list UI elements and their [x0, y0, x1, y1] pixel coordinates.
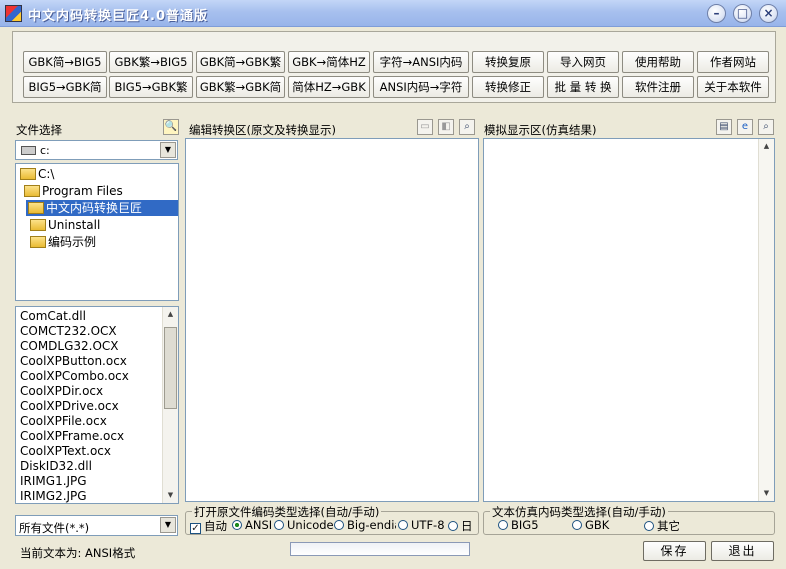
toolbar-button-ansi-char[interactable]: ANSI内码→字符: [373, 76, 469, 98]
progress-bar: [290, 542, 470, 556]
tree-item-c-root[interactable]: C:\: [18, 166, 54, 182]
toolbar-button-batch[interactable]: 批 量 转 换: [547, 76, 619, 98]
list-item[interactable]: CoolXPCombo.ocx: [20, 369, 129, 384]
copy-icon[interactable]: ▭: [417, 119, 433, 135]
edit-area-label: 编辑转换区(原文及转换显示): [189, 123, 336, 137]
toolbar-button-gbk-t-gbk-s[interactable]: GBK繁→GBK简: [196, 76, 285, 98]
sim-encoding-group: 文本仿真内码类型选择(自动/手动) BIG5 GBK 其它: [483, 504, 775, 535]
tree-item-app-folder[interactable]: 中文内码转换巨匠: [26, 200, 178, 216]
encoding-radio-unicode[interactable]: Unicode: [274, 518, 334, 532]
file-select-label: 文件选择: [16, 123, 62, 137]
drive-select[interactable]: c: ▼: [15, 140, 178, 160]
toolbar-button-big5-gbk-s[interactable]: BIG5→GBK简: [23, 76, 107, 98]
folder-icon: [20, 168, 36, 180]
toolbar-button-big5-gbk-t[interactable]: BIG5→GBK繁: [109, 76, 193, 98]
toolbar-button-char-ansi[interactable]: 字符→ANSI内码: [373, 51, 469, 73]
save-button[interactable]: 保存: [643, 541, 706, 561]
list-item[interactable]: CoolXPFile.ocx: [20, 414, 107, 429]
preview-pane[interactable]: ▲ ▼: [483, 138, 775, 502]
toolbar-button-import-web[interactable]: 导入网页: [547, 51, 619, 73]
folder-icon: [24, 185, 40, 197]
file-list-scrollbar[interactable]: ▲ ▼: [162, 307, 178, 503]
toolbar-button-hz-gbk[interactable]: 简体HZ→GBK: [288, 76, 370, 98]
sim-radio-other[interactable]: 其它: [644, 518, 680, 534]
scroll-thumb[interactable]: [164, 327, 177, 409]
list-item[interactable]: CoolXPButton.ocx: [20, 354, 127, 369]
list-item[interactable]: COMDLG32.OCX: [20, 339, 119, 354]
paste-icon[interactable]: ◧: [438, 119, 454, 135]
toolbar: GBK简→BIG5 GBK繁→BIG5 GBK简→GBK繁 GBK→简体HZ 字…: [12, 31, 776, 103]
sim-radio-gbk[interactable]: GBK: [572, 518, 609, 532]
encoding-radio-utf8[interactable]: UTF-8: [398, 518, 445, 532]
scroll-up-icon[interactable]: ▲: [759, 139, 774, 154]
folder-open-icon: [28, 202, 44, 214]
scroll-up-icon[interactable]: ▲: [163, 307, 178, 322]
browse-folder-icon[interactable]: 🔍: [163, 119, 179, 135]
window-title: 中文内码转换巨匠4.0普通版: [28, 9, 209, 24]
toolbar-button-about[interactable]: 关于本软件: [697, 76, 769, 98]
toolbar-button-gbk-s-big5[interactable]: GBK简→BIG5: [23, 51, 107, 73]
open-encoding-group: 打开原文件编码类型选择(自动/手动) ✓ 自动 ANSI Unicode Big-…: [185, 504, 479, 535]
zoom-icon[interactable]: ⌕: [459, 119, 475, 135]
minimize-button[interactable]: –: [707, 4, 726, 23]
file-filter-value: 所有文件(*.*): [19, 521, 90, 535]
directory-tree[interactable]: C:\ Program Files 中文内码转换巨匠 Uninstall 编码示…: [15, 163, 179, 301]
list-item[interactable]: IRIMG2.JPG: [20, 489, 87, 503]
chevron-down-icon[interactable]: ▼: [160, 517, 176, 533]
document-icon[interactable]: ▤: [716, 119, 732, 135]
list-item[interactable]: DiskID32.dll: [20, 459, 92, 474]
encoding-radio-big-endian[interactable]: Big-endian: [334, 518, 396, 532]
scroll-down-icon[interactable]: ▼: [759, 486, 774, 501]
app-icon: [5, 5, 22, 22]
tree-item-uninstall[interactable]: Uninstall: [28, 217, 100, 233]
chevron-down-icon[interactable]: ▼: [160, 142, 176, 158]
folder-icon: [30, 219, 46, 231]
title-bar: 中文内码转换巨匠4.0普通版 – □ ×: [0, 0, 786, 27]
file-filter-select[interactable]: 所有文件(*.*) ▼: [15, 515, 178, 536]
exit-button[interactable]: 退出: [711, 541, 774, 561]
close-button[interactable]: ×: [759, 4, 778, 23]
toolbar-button-restore[interactable]: 转换复原: [472, 51, 544, 73]
list-item[interactable]: CoolXPText.ocx: [20, 444, 111, 459]
toolbar-button-gbk-s-gbk-t[interactable]: GBK简→GBK繁: [196, 51, 285, 73]
browser-icon[interactable]: e: [737, 119, 753, 135]
scroll-down-icon[interactable]: ▼: [163, 488, 178, 503]
encoding-radio-ansi[interactable]: ANSI: [232, 518, 272, 532]
file-list[interactable]: ComCat.dll COMCT232.OCX COMDLG32.OCX Coo…: [15, 306, 179, 504]
toolbar-button-author-site[interactable]: 作者网站: [697, 51, 769, 73]
toolbar-button-fix[interactable]: 转换修正: [472, 76, 544, 98]
toolbar-button-register[interactable]: 软件注册: [622, 76, 694, 98]
tree-item-program-files[interactable]: Program Files: [22, 183, 123, 199]
preview-scrollbar[interactable]: ▲ ▼: [758, 139, 774, 501]
drive-icon: [21, 146, 36, 155]
tree-item-examples[interactable]: 编码示例: [28, 234, 96, 250]
maximize-button[interactable]: □: [733, 4, 752, 23]
checkmark-icon: ✓: [190, 523, 201, 534]
toolbar-button-help[interactable]: 使用帮助: [622, 51, 694, 73]
list-item[interactable]: IRIMG1.JPG: [20, 474, 87, 489]
list-item[interactable]: ComCat.dll: [20, 309, 86, 324]
preview-area-label: 模拟显示区(仿真结果): [484, 123, 597, 137]
zoom-icon[interactable]: ⌕: [758, 119, 774, 135]
toolbar-button-gbk-hz[interactable]: GBK→简体HZ: [288, 51, 370, 73]
edit-textarea[interactable]: [185, 138, 479, 502]
list-item[interactable]: COMCT232.OCX: [20, 324, 117, 339]
auto-detect-checkbox[interactable]: ✓ 自动: [190, 518, 227, 534]
list-item[interactable]: CoolXPDir.ocx: [20, 384, 103, 399]
toolbar-button-gbk-t-big5[interactable]: GBK繁→BIG5: [109, 51, 193, 73]
list-item[interactable]: CoolXPDrive.ocx: [20, 399, 119, 414]
encoding-radio-other[interactable]: 日: [448, 518, 476, 534]
list-item[interactable]: CoolXPFrame.ocx: [20, 429, 124, 444]
folder-icon: [30, 236, 46, 248]
status-text: 当前文本为: ANSI格式: [20, 546, 136, 560]
drive-value: c:: [40, 144, 50, 157]
sim-radio-big5[interactable]: BIG5: [498, 518, 539, 532]
